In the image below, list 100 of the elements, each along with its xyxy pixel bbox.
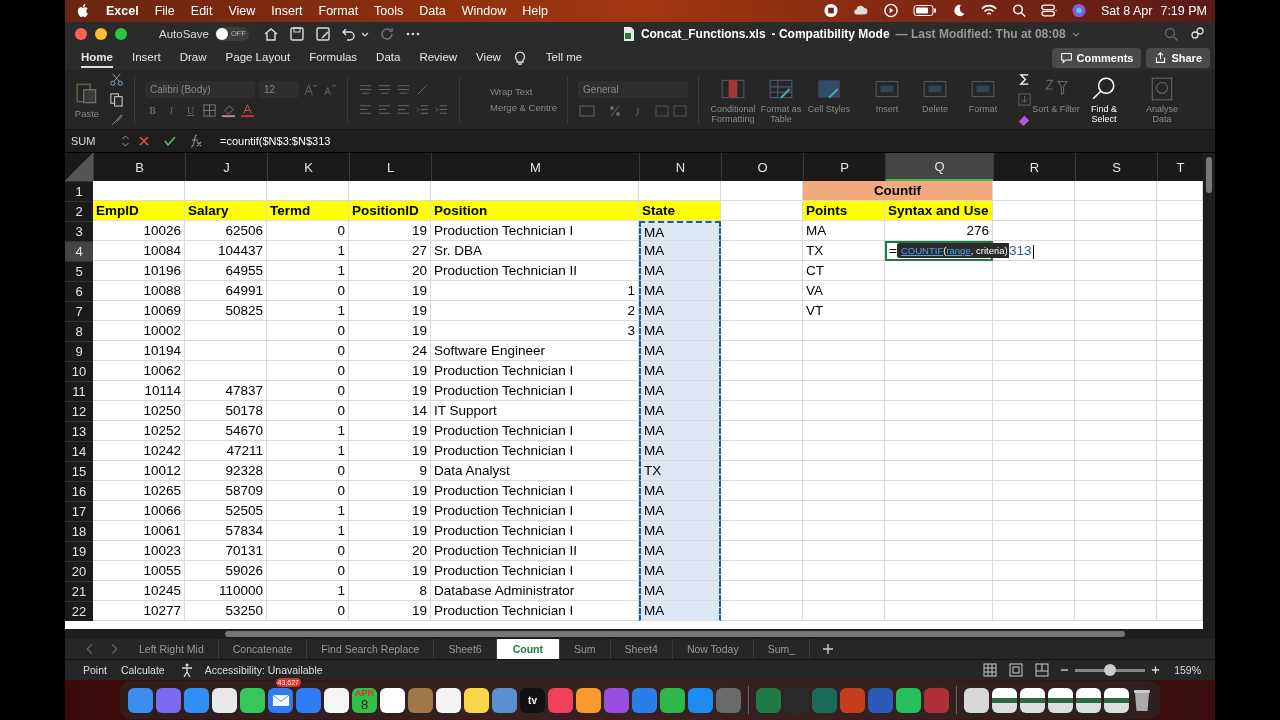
table-cell: MA xyxy=(639,541,721,562)
row-header[interactable]: 4 xyxy=(65,241,93,262)
row-header[interactable]: 3 xyxy=(65,221,93,242)
table-cell: 10012 xyxy=(93,461,185,482)
table-cell: 70131 xyxy=(185,541,267,562)
table-cell: IT Support xyxy=(431,401,639,422)
column-header[interactable]: N xyxy=(639,153,721,182)
table-cell: 8 xyxy=(349,581,431,602)
menu-bar-date[interactable]: Sat 8 Apr xyxy=(1101,3,1153,18)
tell-me[interactable]: Tell me xyxy=(545,47,583,68)
table-cell: 10245 xyxy=(93,581,185,602)
table-cell: Production Technician I xyxy=(431,481,639,502)
table-cell: 10026 xyxy=(93,221,185,242)
ribbon-tab[interactable]: View xyxy=(476,47,501,68)
row-header[interactable]: 16 xyxy=(65,481,93,502)
column-header[interactable]: S xyxy=(1075,153,1157,182)
paste-label[interactable]: Paste xyxy=(74,108,100,120)
accessibility-status[interactable]: Accessibility: Unavailable xyxy=(204,664,323,677)
row-header[interactable]: 12 xyxy=(65,401,93,422)
row-header[interactable]: 17 xyxy=(65,501,93,522)
ribbon-tab[interactable]: Draw xyxy=(179,47,207,68)
row-header[interactable]: 2 xyxy=(65,201,93,222)
last-modified[interactable]: — Last Modified: Thu at 08:08 xyxy=(895,26,1066,41)
table-cell: MA xyxy=(639,361,721,382)
table-cell: 1 xyxy=(267,501,349,522)
row-header[interactable]: 18 xyxy=(65,521,93,542)
table-cell: 1 xyxy=(267,301,349,322)
table-cell: Production Technician I xyxy=(431,421,639,442)
font-size-dropdown[interactable]: 12 xyxy=(259,81,299,99)
row-header[interactable]: 10 xyxy=(65,361,93,382)
table-cell: 1 xyxy=(267,581,349,602)
row-header[interactable]: 22 xyxy=(65,601,93,622)
ribbon-tab[interactable]: Insert xyxy=(131,47,161,68)
row-header[interactable]: 19 xyxy=(65,541,93,562)
table-cell: Production Technician I xyxy=(431,221,639,242)
tv-app-icon[interactable]: tv xyxy=(520,687,545,713)
ribbon-tab[interactable]: Review xyxy=(419,47,458,68)
ribbon-tab[interactable]: Formulas xyxy=(309,47,358,68)
row-header[interactable]: 20 xyxy=(65,561,93,582)
row-header[interactable]: 5 xyxy=(65,261,93,282)
column-header[interactable]: R xyxy=(993,153,1075,182)
formula-field[interactable]: =countif($N$3:$N$313 xyxy=(220,135,331,148)
menu-item[interactable]: Data xyxy=(419,3,446,18)
menu-item[interactable]: Insert xyxy=(271,3,303,18)
merge-centre-button[interactable]: Merge & Centre xyxy=(470,102,558,114)
table-cell: 50178 xyxy=(185,401,267,422)
column-header[interactable]: J xyxy=(185,153,267,182)
row-header[interactable]: 8 xyxy=(65,321,93,342)
row-header[interactable]: 6 xyxy=(65,281,93,302)
font-name-dropdown[interactable]: Calibri (Body) xyxy=(145,81,255,99)
column-header[interactable]: K xyxy=(267,153,349,182)
menu-item[interactable]: Window xyxy=(461,3,507,18)
table-cell: 0 xyxy=(267,361,349,382)
row-header[interactable]: 15 xyxy=(65,461,93,482)
zoom-level[interactable]: 159% xyxy=(1174,664,1201,677)
row-header[interactable]: 9 xyxy=(65,341,93,362)
row-header[interactable]: 21 xyxy=(65,581,93,602)
table-cell: 10066 xyxy=(93,501,185,522)
row-header[interactable]: 1 xyxy=(65,181,93,202)
sheet-tab[interactable]: Count xyxy=(496,639,560,660)
menu-item[interactable]: Help xyxy=(522,3,548,18)
wrap-text-button[interactable]: Wrap Text xyxy=(470,86,533,98)
table-cell: 1 xyxy=(267,241,349,262)
compatibility-mode: - Compatibility Mode xyxy=(771,26,890,41)
table-cell: 0 xyxy=(267,561,349,582)
comments-button[interactable]: Comments xyxy=(1051,47,1142,68)
column-header[interactable]: B xyxy=(93,153,185,182)
table-cell: CT xyxy=(803,261,885,282)
table-cell: 54670 xyxy=(185,421,267,442)
menu-item[interactable]: File xyxy=(154,3,175,18)
column-header[interactable]: L xyxy=(349,153,431,182)
table-cell: VT xyxy=(803,301,885,322)
menu-item[interactable]: View xyxy=(228,3,256,18)
table-cell: 19 xyxy=(349,561,431,582)
ribbon-tab[interactable]: Data xyxy=(376,47,401,68)
column-header[interactable]: O xyxy=(721,153,803,182)
table-cell: 10196 xyxy=(93,261,185,282)
row-header[interactable]: 7 xyxy=(65,301,93,322)
status-text: Point xyxy=(83,664,107,677)
calendar-app-icon[interactable]: APR 8 xyxy=(352,687,377,713)
table-cell: MA xyxy=(639,281,721,302)
status-text: Calculate xyxy=(120,664,165,677)
menu-item[interactable]: Edit xyxy=(190,3,213,18)
row-header[interactable]: 14 xyxy=(65,441,93,462)
name-box[interactable]: SUM xyxy=(65,135,121,148)
column-header[interactable]: Q xyxy=(885,153,993,182)
row-header[interactable]: 11 xyxy=(65,381,93,402)
table-cell: 10250 xyxy=(93,401,185,422)
share-button[interactable]: Share xyxy=(1146,47,1210,68)
ribbon-button[interactable]: Find & Select xyxy=(1080,75,1129,124)
menu-item[interactable]: Format xyxy=(318,3,359,18)
app-menu[interactable]: Excel xyxy=(106,3,139,18)
row-header[interactable]: 13 xyxy=(65,421,93,442)
table-cell: Production Technician I xyxy=(431,601,639,622)
ribbon-tab[interactable]: Page Layout xyxy=(225,47,291,68)
number-format-dropdown[interactable]: General xyxy=(578,80,689,98)
menu-item[interactable]: Tools xyxy=(374,3,404,18)
ribbon-tab[interactable]: Home xyxy=(81,47,113,68)
column-header[interactable]: M xyxy=(431,153,639,182)
menu-bar-time[interactable]: 7:19 PM xyxy=(1160,3,1207,18)
